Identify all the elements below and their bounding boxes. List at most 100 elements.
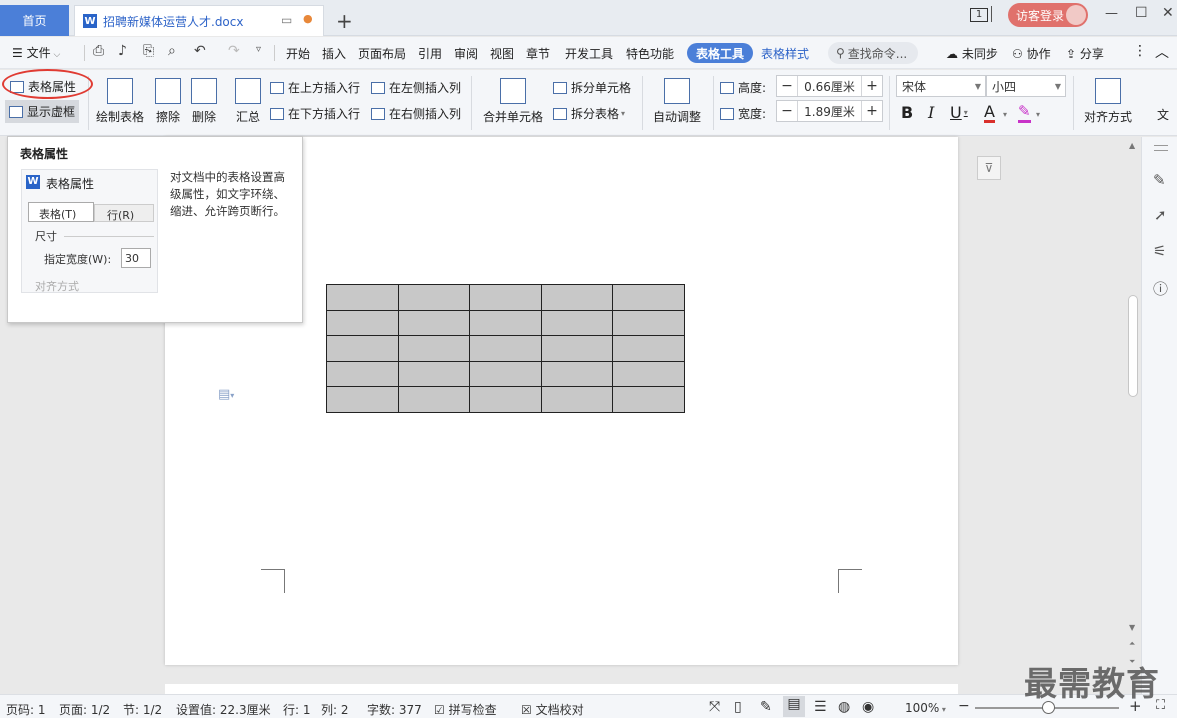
insert-row-above-button[interactable]: 在上方插入行	[270, 79, 360, 96]
table-cell[interactable]	[326, 284, 399, 311]
minimize-button[interactable]: —	[1105, 6, 1118, 21]
split-cells-button[interactable]: 拆分单元格	[553, 79, 631, 96]
edit-mode-icon[interactable]: ✎	[760, 699, 772, 715]
menu-features[interactable]: 特色功能	[626, 45, 674, 62]
insert-col-right-button[interactable]: 在右侧插入列	[371, 105, 461, 122]
page-view-icon[interactable]: ▤	[783, 696, 805, 717]
status-word-count[interactable]: 字数: 377	[367, 701, 422, 718]
close-button[interactable]: ✕	[1162, 5, 1174, 21]
table-row[interactable]	[326, 386, 685, 413]
scroll-down-icon[interactable]: ▼	[1129, 623, 1135, 632]
panel-menu-icon[interactable]	[1154, 145, 1168, 151]
align-button[interactable]: 对齐方式	[1084, 78, 1132, 125]
table-cell[interactable]	[540, 386, 613, 413]
doc-check-button[interactable]: ☒ 文档校对	[521, 701, 584, 718]
status-page[interactable]: 页面: 1/2	[59, 701, 110, 718]
print-icon[interactable]: ⎘	[143, 43, 154, 59]
insert-row-below-button[interactable]: 在下方插入行	[270, 105, 360, 122]
menu-view[interactable]: 视图	[490, 45, 514, 62]
maximize-button[interactable]: ☐	[1135, 5, 1148, 21]
font-color-button[interactable]: A	[984, 103, 995, 123]
menu-chapter[interactable]: 章节	[526, 45, 550, 62]
underline-button[interactable]: U ▾	[950, 103, 968, 122]
prev-page-icon[interactable]: ⏶	[1129, 639, 1135, 649]
table-cell[interactable]	[326, 309, 399, 337]
web-view-icon[interactable]: ◍	[838, 699, 850, 715]
document-table[interactable]	[326, 284, 685, 413]
sync-button[interactable]: ☁ 未同步	[946, 45, 998, 62]
cursor-icon[interactable]: ➚	[1154, 206, 1167, 224]
print-preview-icon[interactable]: ⌕	[168, 43, 176, 59]
decrease-width-button[interactable]: −	[777, 103, 797, 119]
save-icon[interactable]: ⎙	[93, 43, 104, 59]
split-table-button[interactable]: 拆分表格 ▾	[553, 105, 625, 122]
fullscreen-icon[interactable]: ⤧	[709, 699, 720, 715]
chevron-down-icon[interactable]: ▾	[1036, 110, 1040, 119]
table-cell[interactable]	[612, 360, 685, 388]
table-cell[interactable]	[469, 360, 542, 388]
vertical-scrollbar[interactable]: ▲ ▼ ⏶ ⏷	[1125, 137, 1141, 694]
table-cell[interactable]	[540, 284, 613, 311]
col-width-stepper[interactable]: − 1.89厘米 +	[776, 100, 883, 122]
menu-page-layout[interactable]: 页面布局	[358, 45, 406, 62]
chevron-down-icon[interactable]: ▾	[1003, 110, 1007, 119]
menu-references[interactable]: 引用	[418, 45, 442, 62]
pen-icon[interactable]: ✎	[1153, 171, 1166, 189]
increase-width-button[interactable]: +	[862, 103, 882, 119]
table-cell[interactable]	[612, 284, 685, 311]
summary-button[interactable]: 汇总	[235, 78, 261, 125]
erase-button[interactable]: 擦除	[155, 78, 181, 125]
table-cell[interactable]	[469, 335, 542, 362]
status-column[interactable]: 列: 2	[321, 701, 349, 718]
share-button[interactable]: ⇪ 分享	[1066, 45, 1104, 62]
table-cell[interactable]	[469, 309, 542, 337]
table-cell[interactable]	[612, 335, 685, 362]
insert-col-left-button[interactable]: 在左侧插入列	[371, 79, 461, 96]
scrollbar-thumb[interactable]	[1128, 295, 1138, 397]
table-cell[interactable]	[326, 386, 399, 413]
table-cell[interactable]	[612, 309, 685, 337]
table-cell[interactable]	[469, 284, 542, 311]
decrease-height-button[interactable]: −	[777, 78, 797, 94]
undo-icon[interactable]: ↶	[194, 43, 206, 59]
page-count-indicator[interactable]: 1	[970, 8, 988, 22]
table-cell[interactable]	[326, 360, 399, 388]
merge-cells-button[interactable]: 合并单元格	[483, 78, 543, 125]
table-cell[interactable]	[326, 335, 399, 362]
table-cell[interactable]	[397, 284, 470, 311]
monitor-icon[interactable]: ▭	[281, 13, 292, 27]
scroll-up-icon[interactable]: ▲	[1129, 141, 1135, 150]
settings-sliders-icon[interactable]: ⚟	[1153, 242, 1166, 260]
spell-check-button[interactable]: ☑ 拼写检查	[434, 701, 497, 718]
menu-developer[interactable]: 开发工具	[565, 45, 613, 62]
new-tab-button[interactable]: +	[336, 9, 353, 33]
login-button[interactable]: 访客登录	[1008, 3, 1088, 27]
zoom-level[interactable]: 100% ▾	[905, 701, 946, 715]
eye-protect-icon[interactable]: ◉	[862, 699, 874, 715]
status-line[interactable]: 行: 1	[283, 701, 311, 718]
col-width-value[interactable]: 1.89厘米	[797, 101, 862, 121]
tab-document[interactable]: W 招聘新媒体运营人才.docx ▭ ●	[74, 5, 324, 36]
file-menu[interactable]: ☰ 文件 ⌵	[12, 44, 60, 61]
status-setting[interactable]: 设置值: 22.3厘米	[176, 701, 271, 718]
row-height-value[interactable]: 0.66厘米	[797, 76, 862, 96]
font-size-select[interactable]: 小四 ▼	[986, 75, 1066, 97]
menu-table-tools[interactable]: 表格工具	[687, 43, 753, 63]
highlight-button[interactable]: ✎	[1018, 103, 1031, 123]
table-row[interactable]	[326, 309, 685, 337]
italic-button[interactable]: I	[928, 103, 934, 122]
more-options-icon[interactable]: ⋮	[1133, 43, 1147, 59]
draw-table-button[interactable]: 绘制表格	[96, 78, 144, 125]
table-cell[interactable]	[612, 386, 685, 413]
table-cell[interactable]	[397, 386, 470, 413]
table-row[interactable]	[326, 284, 685, 311]
table-cell[interactable]	[540, 335, 613, 362]
row-height-stepper[interactable]: − 0.66厘米 +	[776, 75, 883, 97]
quick-access-dropdown-icon[interactable]: ▿	[256, 44, 261, 55]
bold-button[interactable]: B	[901, 103, 913, 122]
table-cell[interactable]	[397, 335, 470, 362]
table-row[interactable]	[326, 335, 685, 362]
status-section[interactable]: 节: 1/2	[123, 701, 162, 718]
table-cell[interactable]	[540, 360, 613, 388]
outline-view-icon[interactable]: ☰	[814, 699, 827, 715]
